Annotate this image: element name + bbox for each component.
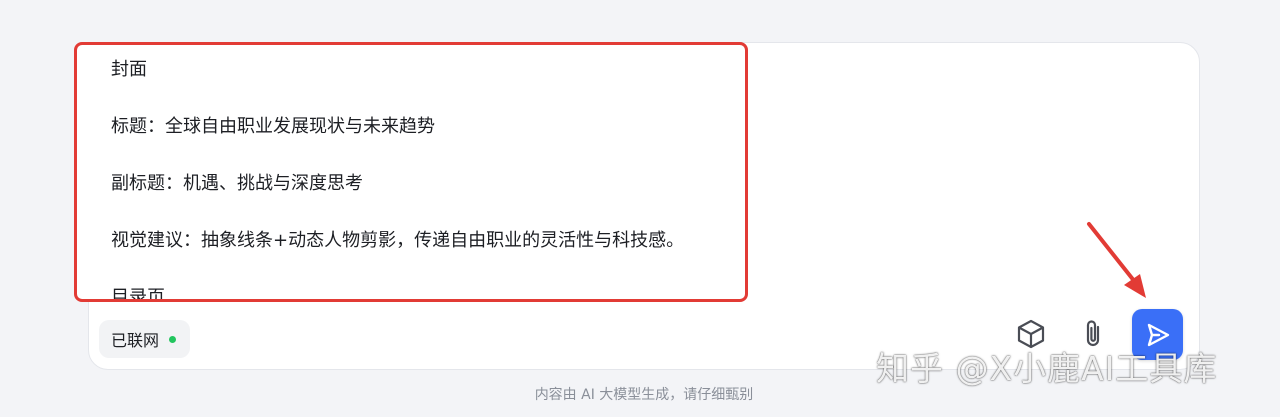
send-button[interactable] xyxy=(1132,309,1183,360)
network-status-dot xyxy=(169,335,177,343)
ai-disclaimer: 内容由 AI 大模型生成，请仔细甄别 xyxy=(534,387,754,403)
prompt-line-visual: 视觉建议：抽象线条+动态人物剪影，传递自由职业的灵活性与科技感。 xyxy=(111,230,685,251)
prompt-textarea[interactable]: 封面 标题：全球自由职业发展现状与未来趋势 副标题：机遇、挑战与深度思考 视觉建… xyxy=(74,42,748,302)
send-icon xyxy=(1147,323,1169,346)
prompt-line-subtitle: 副标题：机遇、挑战与深度思考 xyxy=(111,173,363,194)
network-toggle[interactable]: 已联网 xyxy=(99,320,191,358)
network-label: 已联网 xyxy=(111,331,160,350)
chat-page: 封面 标题：全球自由职业发展现状与未来趋势 副标题：机遇、挑战与深度思考 视觉建… xyxy=(0,0,1280,417)
cube-icon[interactable] xyxy=(1014,317,1048,351)
paperclip-icon[interactable] xyxy=(1077,317,1111,351)
prompt-line-title: 标题：全球自由职业发展现状与未来趋势 xyxy=(111,116,435,137)
prompt-content: 封面 标题：全球自由职业发展现状与未来趋势 副标题：机遇、挑战与深度思考 视觉建… xyxy=(111,45,735,302)
prompt-line-toc: 目录页 xyxy=(111,287,165,302)
prompt-line-cover: 封面 xyxy=(111,59,147,80)
